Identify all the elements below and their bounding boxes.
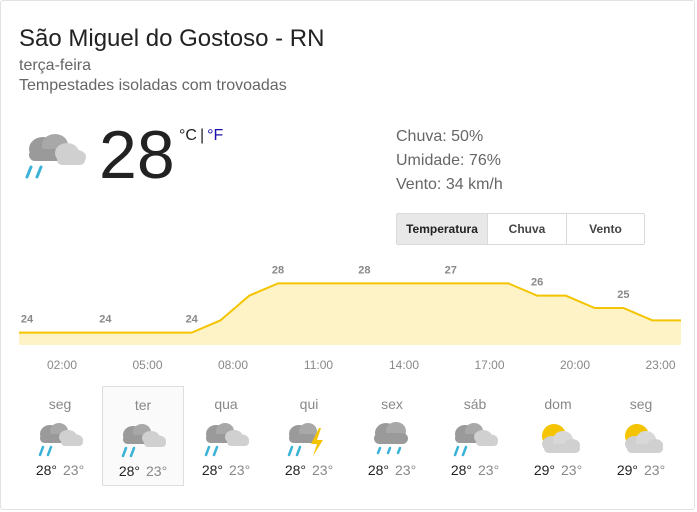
temperature-chart: 24 24 24 28 28 27 26 25 02:00 05:00 08:00 11:00 14:0…: [19, 264, 681, 372]
forecast-day[interactable]: dom 29° 23°: [517, 386, 599, 486]
celsius-unit[interactable]: °C: [179, 127, 197, 144]
forecast-temps: 28° 23°: [103, 463, 183, 479]
forecast-low: 23°: [561, 462, 583, 478]
forecast-day[interactable]: sáb 28° 23°: [434, 386, 516, 486]
x-tick-label: 08:00: [218, 358, 248, 372]
forecast-high: 28°: [367, 462, 389, 478]
forecast-day[interactable]: qua 28° 23°: [185, 386, 267, 486]
forecast-high: 28°: [284, 462, 306, 478]
x-tick-label: 20:00: [560, 358, 590, 372]
rain-cloud-icon: [21, 127, 87, 185]
thunderstorm-icon: [281, 418, 337, 458]
point-label: 27: [445, 264, 457, 276]
point-label: 24: [186, 314, 199, 326]
forecast-temps: 28° 23°: [434, 462, 516, 478]
rain-cloud-icon: [115, 419, 171, 459]
point-label: 25: [617, 289, 629, 301]
forecast-high: 28°: [118, 463, 140, 479]
forecast-temps: 29° 23°: [600, 462, 682, 478]
point-label: 24: [21, 314, 34, 326]
showers-icon: [364, 418, 420, 458]
temperature-area: [19, 283, 681, 345]
forecast-high: 28°: [450, 462, 472, 478]
forecast-low: 23°: [478, 462, 500, 478]
forecast-high: 29°: [616, 462, 638, 478]
partly-sunny-icon: [613, 418, 669, 458]
forecast-temps: 29° 23°: [517, 462, 599, 478]
forecast-low: 23°: [312, 462, 334, 478]
point-label: 28: [272, 264, 284, 276]
condition-label: Tempestades isoladas com trovoadas: [19, 77, 287, 94]
x-tick-label: 05:00: [132, 358, 162, 372]
fahrenheit-link[interactable]: °F: [207, 127, 223, 144]
x-tick-label: 17:00: [474, 358, 504, 372]
weather-card: São Miguel do Gostoso - RN terça-feira T…: [0, 0, 695, 510]
forecast-day-name: seg: [48, 396, 72, 412]
forecast-day-name: qui: [299, 396, 319, 412]
location-title: São Miguel do Gostoso - RN: [19, 25, 325, 52]
humidity: Umidade: 76%: [396, 152, 501, 169]
forecast-day-name: sex: [381, 396, 403, 412]
forecast-day[interactable]: seg 28° 23°: [19, 386, 101, 486]
x-tick-label: 14:00: [389, 358, 419, 372]
x-tick-label: 23:00: [645, 358, 675, 372]
forecast-low: 23°: [395, 462, 417, 478]
rain-cloud-icon: [32, 418, 88, 458]
unit-separator: |: [199, 127, 205, 144]
chart-tabs: Temperatura Chuva Vento: [396, 213, 645, 245]
tab-vento[interactable]: Vento: [567, 214, 644, 244]
current-temperature: 28: [99, 117, 175, 193]
forecast-day-name: sáb: [463, 396, 487, 412]
tab-chuva[interactable]: Chuva: [488, 214, 567, 244]
forecast-day-name: qua: [214, 396, 238, 412]
day-label: terça-feira: [19, 57, 92, 74]
forecast-day[interactable]: ter 28° 23°: [102, 386, 184, 486]
rain-cloud-icon: [447, 418, 503, 458]
forecast-day-name: ter: [134, 397, 152, 413]
forecast-day-name: seg: [629, 396, 653, 412]
forecast-low: 23°: [644, 462, 666, 478]
rain-chance: Chuva: 50%: [396, 128, 484, 145]
point-label: 26: [531, 277, 543, 289]
rain-cloud-icon: [198, 418, 254, 458]
point-label: 28: [358, 264, 370, 276]
forecast-temps: 28° 23°: [19, 462, 101, 478]
forecast-low: 23°: [146, 463, 168, 479]
forecast-high: 28°: [35, 462, 57, 478]
x-tick-label: 11:00: [304, 358, 333, 372]
wind-speed: Vento: 34 km/h: [396, 176, 503, 193]
x-tick-label: 02:00: [47, 358, 77, 372]
forecast-temps: 28° 23°: [351, 462, 433, 478]
daily-forecast: seg 28° 23° ter 28° 23° qua 28° 23° qui 28° 23° sex 2…: [19, 386, 679, 486]
tab-temperatura[interactable]: Temperatura: [397, 214, 488, 244]
point-label: 24: [99, 314, 112, 326]
forecast-day[interactable]: qui 28° 23°: [268, 386, 350, 486]
weather-details: Chuva: 50% Umidade: 76% Vento: 34 km/h: [396, 125, 503, 197]
unit-toggle: °C | °F: [179, 127, 223, 145]
forecast-temps: 28° 23°: [185, 462, 267, 478]
forecast-high: 29°: [533, 462, 555, 478]
forecast-day-name: dom: [544, 396, 572, 412]
forecast-day[interactable]: sex 28° 23°: [351, 386, 433, 486]
forecast-high: 28°: [201, 462, 223, 478]
forecast-low: 23°: [229, 462, 251, 478]
forecast-low: 23°: [63, 462, 85, 478]
partly-sunny-icon: [530, 418, 586, 458]
forecast-temps: 28° 23°: [268, 462, 350, 478]
forecast-day[interactable]: seg 29° 23°: [600, 386, 682, 486]
